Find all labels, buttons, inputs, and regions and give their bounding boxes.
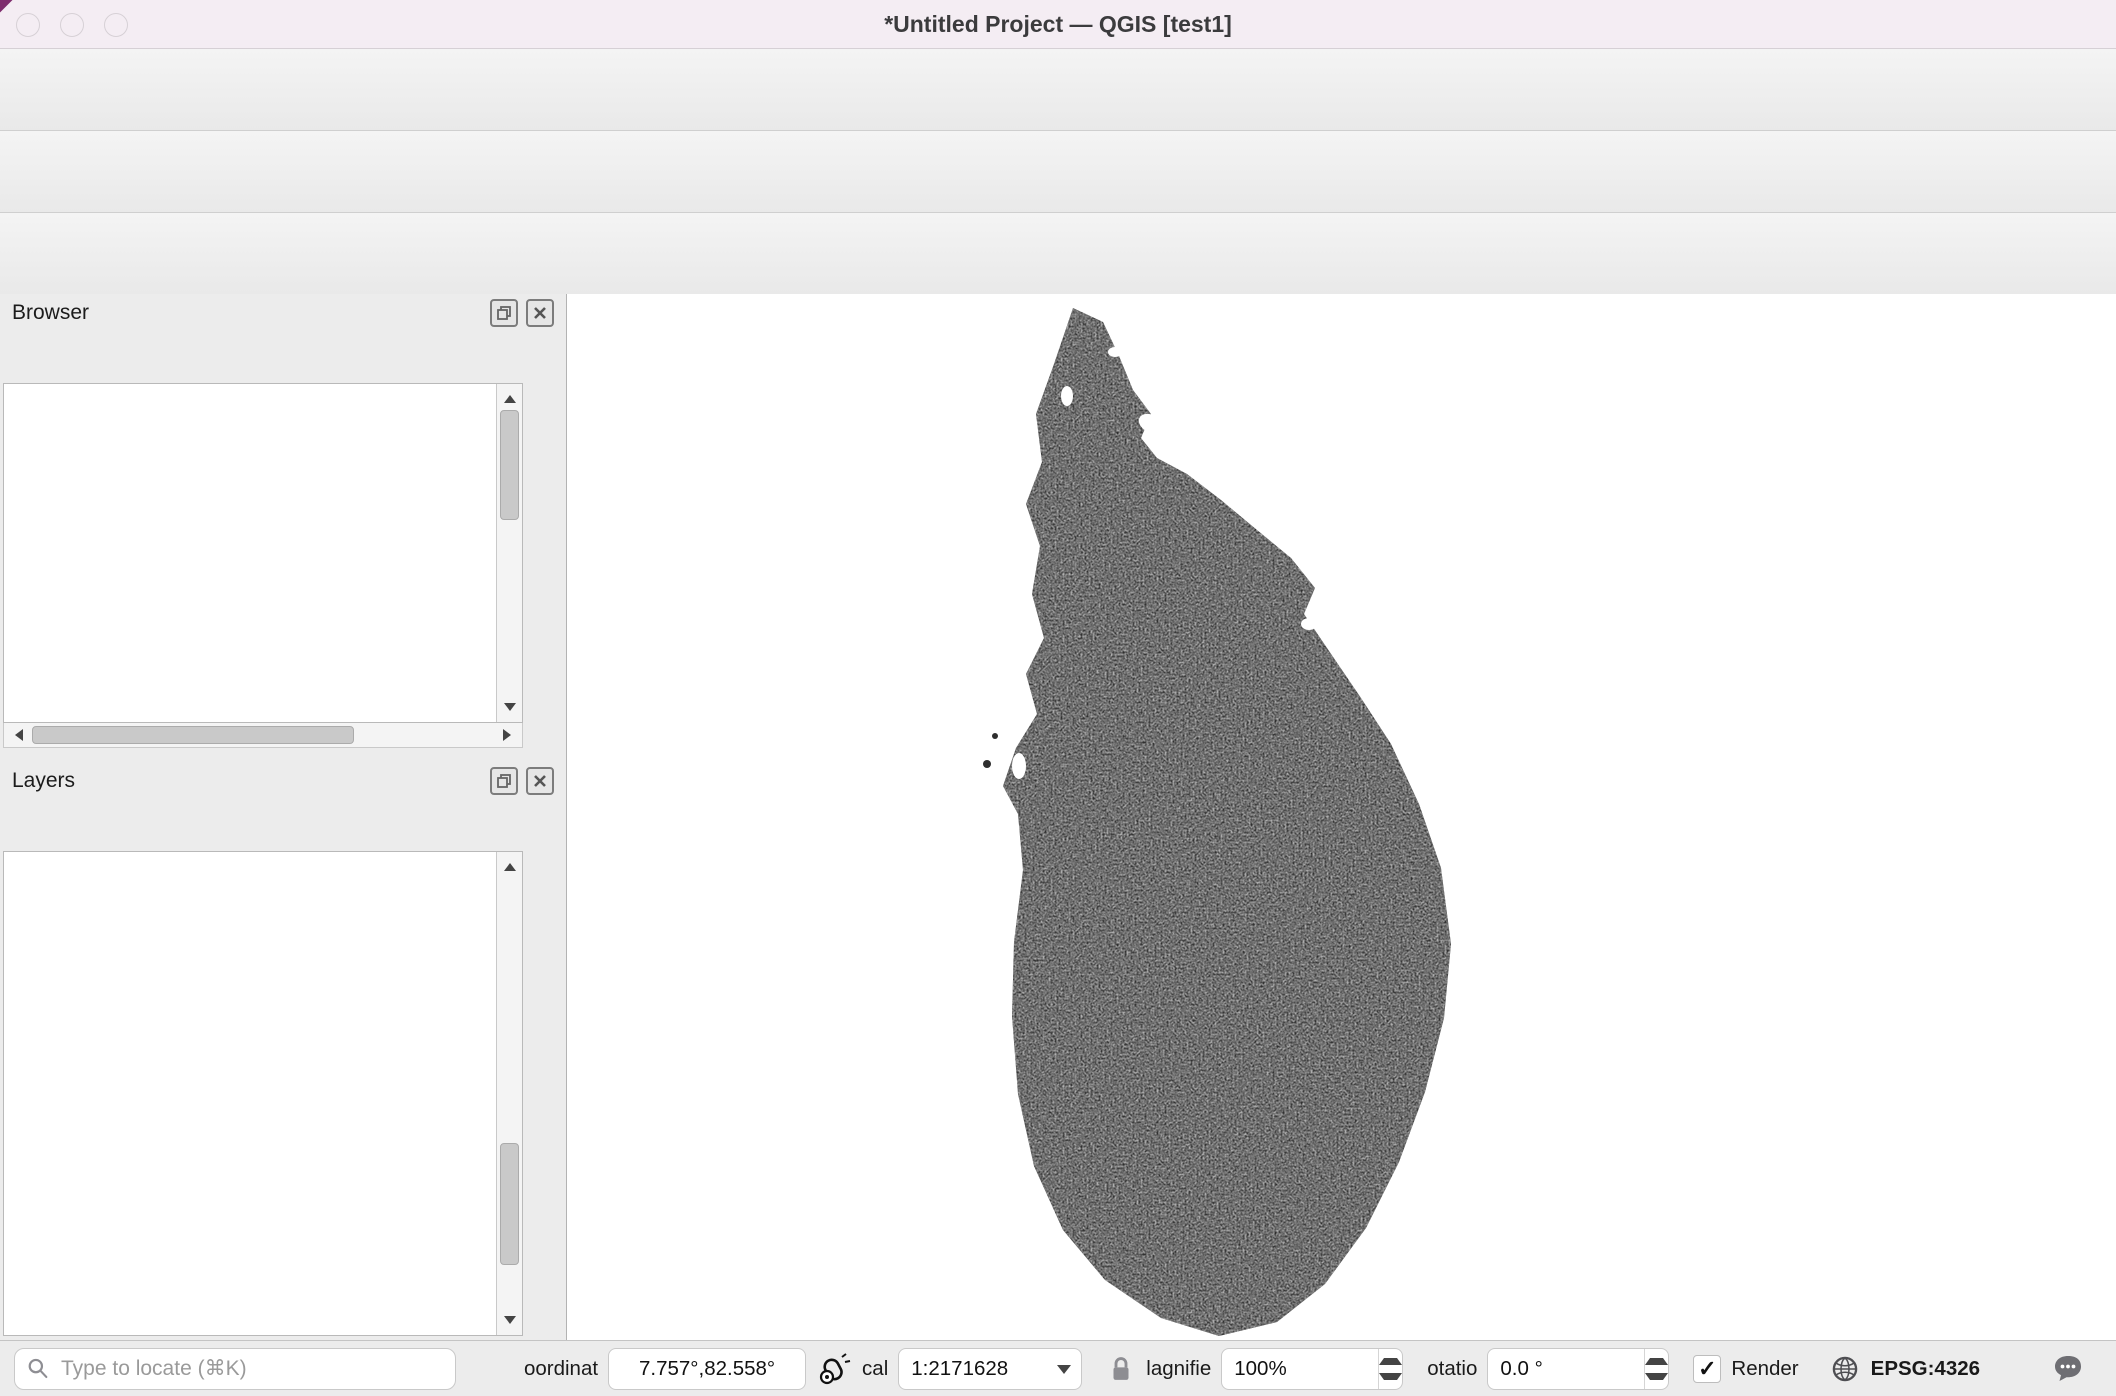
browser-tree: [4, 384, 522, 722]
browser-tree-container: [3, 383, 523, 723]
browser-panel-title: Browser: [12, 301, 89, 325]
window-title: *Untitled Project — QGIS [test1]: [884, 11, 1232, 38]
scroll-left-button[interactable]: [4, 723, 28, 747]
layers-vertical-scrollbar[interactable]: [496, 852, 522, 1335]
scroll-down-button[interactable]: [497, 698, 522, 722]
stepper[interactable]: [1644, 1349, 1669, 1389]
islets: [983, 733, 998, 768]
crs-label[interactable]: EPSG:4326: [1871, 1357, 1980, 1381]
scrollbar-thumb[interactable]: [500, 410, 519, 520]
zoom-window-button[interactable]: [104, 13, 128, 37]
crs-globe-icon[interactable]: [1829, 1351, 1861, 1387]
qgis-window: *Untitled Project — QGIS [test1] Browser: [0, 0, 2116, 1396]
render-label: Render: [1731, 1357, 1798, 1381]
map-canvas[interactable]: [566, 294, 2116, 1340]
render-checkbox[interactable]: ✓: [1693, 1355, 1721, 1383]
magnifier-input[interactable]: [1222, 1356, 1377, 1382]
layers-panel-title: Layers: [12, 769, 75, 793]
layers-float-button[interactable]: [490, 767, 518, 795]
locator-search[interactable]: [14, 1348, 456, 1390]
rotation-input[interactable]: [1488, 1356, 1643, 1382]
toolbar-datasource-digitizing: [0, 131, 2116, 213]
desktop-corner: [0, 0, 16, 16]
close-window-button[interactable]: [16, 13, 40, 37]
scrollbar-thumb[interactable]: [32, 726, 354, 744]
left-dock: Browser Layer: [0, 294, 566, 1340]
magnifier-label: lagnifie: [1146, 1357, 1211, 1381]
browser-vertical-scrollbar[interactable]: [496, 384, 522, 722]
browser-toolbar: [0, 331, 566, 383]
rotation-spin[interactable]: [1487, 1348, 1669, 1390]
browser-close-button[interactable]: [526, 299, 554, 327]
scale-combo[interactable]: [898, 1348, 1082, 1390]
layers-list: [4, 852, 522, 1335]
sri-lanka-hillshade-raster: [983, 308, 1451, 1336]
close-icon: [532, 305, 548, 321]
layers-panel-header: Layers: [0, 762, 566, 799]
layers-list-container: [3, 851, 523, 1336]
search-icon: [25, 1356, 51, 1382]
mouse-extents-icon[interactable]: [816, 1351, 852, 1387]
float-icon: [496, 773, 512, 789]
coordinate-field[interactable]: [608, 1348, 806, 1390]
scroll-right-button[interactable]: [498, 723, 522, 747]
close-icon: [532, 773, 548, 789]
toolbar-project-navigation: [0, 49, 2116, 131]
magnifier-spin[interactable]: [1221, 1348, 1403, 1390]
lock-icon[interactable]: [1106, 1351, 1136, 1387]
browser-horizontal-scrollbar[interactable]: [3, 723, 523, 748]
float-icon: [496, 305, 512, 321]
browser-float-button[interactable]: [490, 299, 518, 327]
stepper[interactable]: [1378, 1349, 1403, 1389]
toolbar-snapping-basemap: [0, 213, 2116, 295]
rotation-label: otatio: [1427, 1357, 1477, 1381]
traffic-lights: [16, 13, 128, 37]
scroll-up-button[interactable]: [497, 852, 522, 876]
scroll-up-button[interactable]: [497, 384, 522, 408]
coordinate-label: oordinat: [524, 1357, 598, 1381]
layers-toolbar: [0, 799, 566, 851]
locator-input[interactable]: [59, 1356, 445, 1382]
scale-label: cal: [862, 1357, 888, 1381]
map-view: [567, 294, 2116, 1340]
scale-input[interactable]: [899, 1356, 1051, 1382]
titlebar: *Untitled Project — QGIS [test1]: [0, 0, 2116, 49]
minimize-window-button[interactable]: [60, 13, 84, 37]
scrollbar-thumb[interactable]: [500, 1143, 519, 1265]
scroll-down-button[interactable]: [497, 1311, 522, 1335]
browser-panel-header: Browser: [0, 294, 566, 331]
messages-icon[interactable]: [2048, 1351, 2088, 1387]
coordinate-input[interactable]: [609, 1356, 805, 1382]
chevron-down-icon: [1057, 1365, 1071, 1381]
layers-close-button[interactable]: [526, 767, 554, 795]
statusbar: oordinat cal lagnifie otatio ✓: [0, 1340, 2116, 1396]
